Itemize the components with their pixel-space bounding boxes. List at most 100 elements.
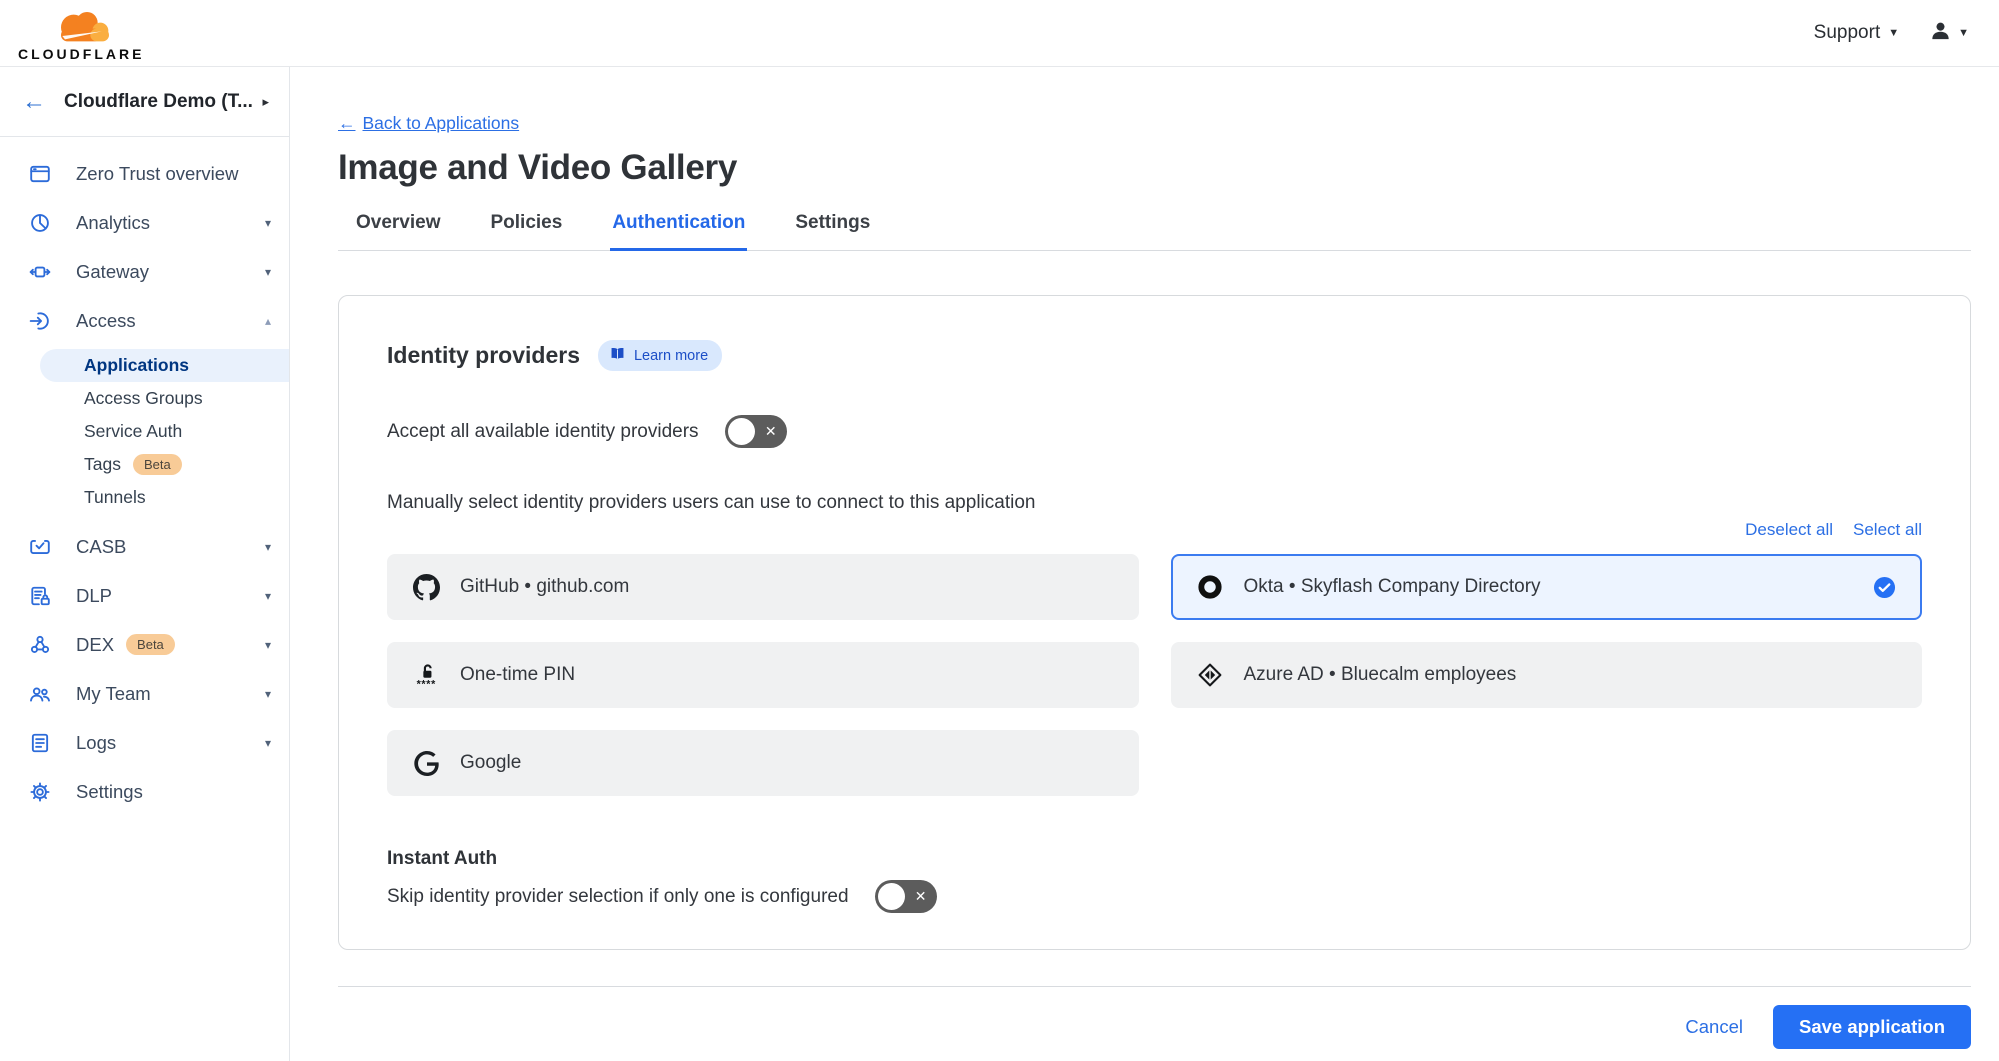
learn-more-badge[interactable]: Learn more bbox=[598, 340, 722, 371]
people-icon bbox=[28, 682, 52, 706]
sidebar-item-service-auth[interactable]: Service Auth bbox=[0, 415, 289, 448]
main-content: ← Back to Applications Image and Video G… bbox=[290, 67, 1999, 1061]
tab-policies[interactable]: Policies bbox=[489, 212, 565, 251]
sub-item-label: Service Auth bbox=[84, 421, 182, 442]
footer-actions: Cancel Save application bbox=[338, 1005, 1971, 1049]
sidebar-item-label: Logs bbox=[76, 732, 116, 754]
sidebar-item-tags[interactable]: Tags Beta bbox=[0, 448, 289, 481]
sidebar-item-label: DEX bbox=[76, 634, 114, 656]
book-icon bbox=[609, 345, 626, 366]
azure-ad-icon bbox=[1197, 662, 1224, 689]
back-link-label: Back to Applications bbox=[363, 113, 520, 134]
sidebar-item-label: Zero Trust overview bbox=[76, 163, 238, 185]
sidebar-item-dlp[interactable]: DLP ▾ bbox=[0, 571, 289, 620]
casb-check-box-icon bbox=[28, 535, 52, 559]
one-time-pin-lock-icon: **** bbox=[413, 662, 440, 689]
logo-wordmark: CLOUDFLARE bbox=[18, 47, 144, 61]
provider-grid: GitHub • github.com Okta • Skyflash Comp… bbox=[387, 554, 1922, 796]
selected-check-icon bbox=[1873, 576, 1896, 599]
instant-auth-toggle[interactable]: ✕ bbox=[875, 880, 937, 913]
caret-down-icon[interactable]: ▾ bbox=[265, 216, 271, 230]
sub-item-label: Tags bbox=[84, 454, 121, 475]
sidebar-item-dex[interactable]: DEX Beta ▾ bbox=[0, 620, 289, 669]
sidebar-item-gateway[interactable]: Gateway ▾ bbox=[0, 247, 289, 296]
sidebar-item-label: Settings bbox=[76, 781, 143, 803]
sidebar-item-access[interactable]: Access ▴ bbox=[0, 296, 289, 345]
cloudflare-logo[interactable]: CLOUDFLARE bbox=[18, 6, 144, 61]
sidebar-item-zero-trust-overview[interactable]: Zero Trust overview bbox=[0, 149, 289, 198]
caret-down-icon[interactable]: ▾ bbox=[265, 589, 271, 603]
provider-tile-one-time-pin[interactable]: **** One-time PIN bbox=[387, 642, 1139, 708]
pie-chart-icon bbox=[28, 211, 52, 235]
account-name[interactable]: Cloudflare Demo (T... bbox=[64, 91, 253, 113]
okta-icon bbox=[1197, 574, 1224, 601]
select-all-link[interactable]: Select all bbox=[1853, 520, 1922, 540]
sidebar-item-label: Analytics bbox=[76, 212, 150, 234]
provider-label: Google bbox=[460, 752, 521, 774]
provider-label: One-time PIN bbox=[460, 664, 575, 686]
caret-up-icon[interactable]: ▴ bbox=[265, 314, 271, 328]
tab-bar: Overview Policies Authentication Setting… bbox=[338, 212, 1971, 251]
sub-item-label: Applications bbox=[84, 355, 189, 376]
provider-tile-github[interactable]: GitHub • github.com bbox=[387, 554, 1139, 620]
sidebar-item-label: Access bbox=[76, 310, 136, 332]
user-menu[interactable]: ▼ bbox=[1929, 19, 1969, 47]
sidebar-item-access-groups[interactable]: Access Groups bbox=[0, 382, 289, 415]
footer-divider bbox=[338, 986, 1971, 987]
support-menu[interactable]: Support ▼ bbox=[1814, 22, 1899, 44]
sidebar-item-tunnels[interactable]: Tunnels bbox=[0, 481, 289, 514]
sidebar-item-logs[interactable]: Logs ▾ bbox=[0, 718, 289, 767]
beta-badge: Beta bbox=[133, 454, 182, 475]
accept-all-toggle-label: Accept all available identity providers bbox=[387, 421, 699, 443]
provider-label: Azure AD • Bluecalm employees bbox=[1244, 664, 1517, 686]
sidebar-item-label: CASB bbox=[76, 536, 126, 558]
document-lock-icon bbox=[28, 584, 52, 608]
provider-label: Okta • Skyflash Company Directory bbox=[1244, 576, 1541, 598]
back-arrow-icon[interactable]: ← bbox=[22, 90, 46, 114]
sidebar-item-applications[interactable]: Applications bbox=[40, 349, 289, 382]
tab-authentication[interactable]: Authentication bbox=[610, 212, 747, 251]
google-icon bbox=[413, 750, 440, 777]
card-heading: Identity providers bbox=[387, 342, 580, 369]
caret-down-icon[interactable]: ▾ bbox=[265, 736, 271, 750]
save-application-button[interactable]: Save application bbox=[1773, 1005, 1971, 1049]
provider-tile-azure-ad[interactable]: Azure AD • Bluecalm employees bbox=[1171, 642, 1923, 708]
toggle-off-x-icon: ✕ bbox=[915, 888, 927, 905]
chevron-right-icon[interactable]: ▸ bbox=[262, 94, 269, 110]
deselect-all-link[interactable]: Deselect all bbox=[1745, 520, 1833, 540]
provider-label: GitHub • github.com bbox=[460, 576, 629, 598]
svg-text:****: **** bbox=[417, 678, 436, 689]
provider-tile-google[interactable]: Google bbox=[387, 730, 1139, 796]
sub-item-label: Tunnels bbox=[84, 487, 146, 508]
toggle-knob bbox=[878, 883, 905, 910]
caret-down-icon: ▼ bbox=[1888, 27, 1899, 39]
toggle-off-x-icon: ✕ bbox=[765, 423, 777, 440]
beta-badge: Beta bbox=[126, 634, 175, 655]
manual-select-text: Manually select identity providers users… bbox=[387, 492, 1922, 514]
cancel-button[interactable]: Cancel bbox=[1685, 1016, 1743, 1038]
caret-down-icon[interactable]: ▾ bbox=[265, 540, 271, 554]
tab-settings[interactable]: Settings bbox=[793, 212, 872, 251]
sidebar-item-label: Gateway bbox=[76, 261, 149, 283]
sidebar-item-label: My Team bbox=[76, 683, 151, 705]
sidebar-item-settings[interactable]: Settings bbox=[0, 767, 289, 816]
gear-icon bbox=[28, 780, 52, 804]
provider-tile-okta[interactable]: Okta • Skyflash Company Directory bbox=[1171, 554, 1923, 620]
caret-down-icon[interactable]: ▾ bbox=[265, 265, 271, 279]
sidebar-item-casb[interactable]: CASB ▾ bbox=[0, 522, 289, 571]
caret-down-icon[interactable]: ▾ bbox=[265, 638, 271, 652]
accept-all-toggle[interactable]: ✕ bbox=[725, 415, 787, 448]
gateway-icon bbox=[28, 260, 52, 284]
learn-more-label: Learn more bbox=[634, 348, 708, 364]
support-label: Support bbox=[1814, 22, 1881, 44]
sidebar-nav: Zero Trust overview Analytics ▾ bbox=[0, 137, 289, 816]
back-to-applications-link[interactable]: ← Back to Applications bbox=[338, 113, 519, 134]
tab-overview[interactable]: Overview bbox=[354, 212, 443, 251]
sidebar-item-my-team[interactable]: My Team ▾ bbox=[0, 669, 289, 718]
toggle-knob bbox=[728, 418, 755, 445]
caret-down-icon[interactable]: ▾ bbox=[265, 687, 271, 701]
access-subnav: Applications Access Groups Service Auth … bbox=[0, 345, 289, 522]
github-icon bbox=[413, 574, 440, 601]
window-icon bbox=[28, 162, 52, 186]
sidebar-item-analytics[interactable]: Analytics ▾ bbox=[0, 198, 289, 247]
